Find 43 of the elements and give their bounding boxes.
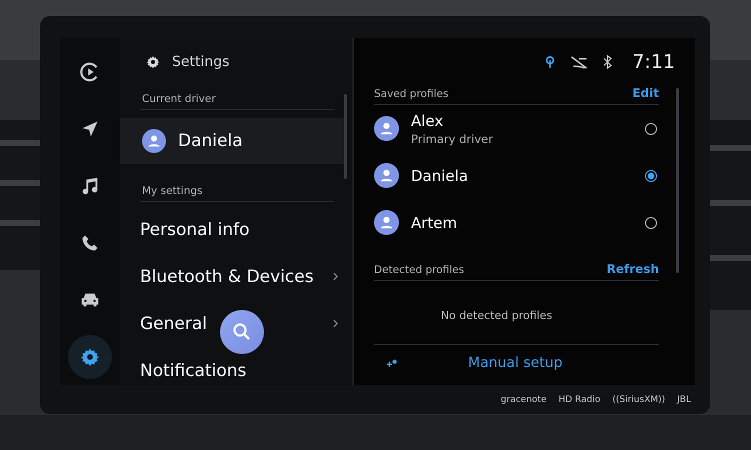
settings-icon <box>80 347 100 367</box>
section-label: Current driver <box>140 86 334 110</box>
section-label: Saved profiles <box>374 88 448 100</box>
radio-button[interactable] <box>645 122 657 134</box>
avatar-icon <box>374 116 399 141</box>
refresh-link[interactable]: Refresh <box>606 262 659 276</box>
brand-logo: gracenote <box>500 394 546 404</box>
settings-icon <box>146 55 160 69</box>
section-label: My settings <box>140 178 334 202</box>
settings-item[interactable]: Bluetooth & Devices <box>140 266 314 286</box>
settings-rail-button[interactable] <box>68 335 112 379</box>
current-driver-row[interactable]: Daniela <box>120 118 347 164</box>
settings-item[interactable]: Personal info <box>140 220 250 240</box>
profile-name[interactable]: Artem <box>411 214 633 232</box>
brand-logo: HD Radio <box>558 394 600 404</box>
brand-logo: JBL <box>677 394 691 404</box>
edit-link[interactable]: Edit <box>632 86 659 100</box>
avatar-icon <box>374 210 399 235</box>
bluetooth-icon <box>603 55 612 69</box>
search-icon <box>232 322 252 342</box>
section-label: Detected profiles <box>374 264 464 276</box>
driver-name: Daniela <box>178 131 243 151</box>
empty-message: No detected profiles <box>440 309 554 322</box>
settings-item[interactable]: General <box>140 314 207 334</box>
scroll-bar[interactable] <box>676 88 679 273</box>
add-person-icon <box>386 358 398 368</box>
radio-button[interactable] <box>645 170 657 182</box>
brand-logo: ((SiriusXM)) <box>612 394 666 404</box>
profile-subtitle: Primary driver <box>411 132 494 146</box>
avatar-icon <box>374 163 399 188</box>
profile-name[interactable]: Alex <box>411 112 633 130</box>
chevron-icon <box>333 319 338 328</box>
avatar-icon <box>142 129 166 153</box>
radio-button[interactable] <box>645 216 657 228</box>
chevron-icon <box>333 272 338 281</box>
navigation-arrow-icon <box>80 119 100 139</box>
panel-title: Settings <box>172 54 230 70</box>
profile-name[interactable]: Daniela <box>411 166 633 184</box>
settings-item[interactable]: Notifications <box>140 360 246 380</box>
manual-setup-button[interactable]: Manual setup <box>468 355 562 371</box>
phone-icon <box>80 233 100 253</box>
clock-time: 7:11 <box>632 51 675 73</box>
scroll-bar[interactable] <box>344 94 347 179</box>
